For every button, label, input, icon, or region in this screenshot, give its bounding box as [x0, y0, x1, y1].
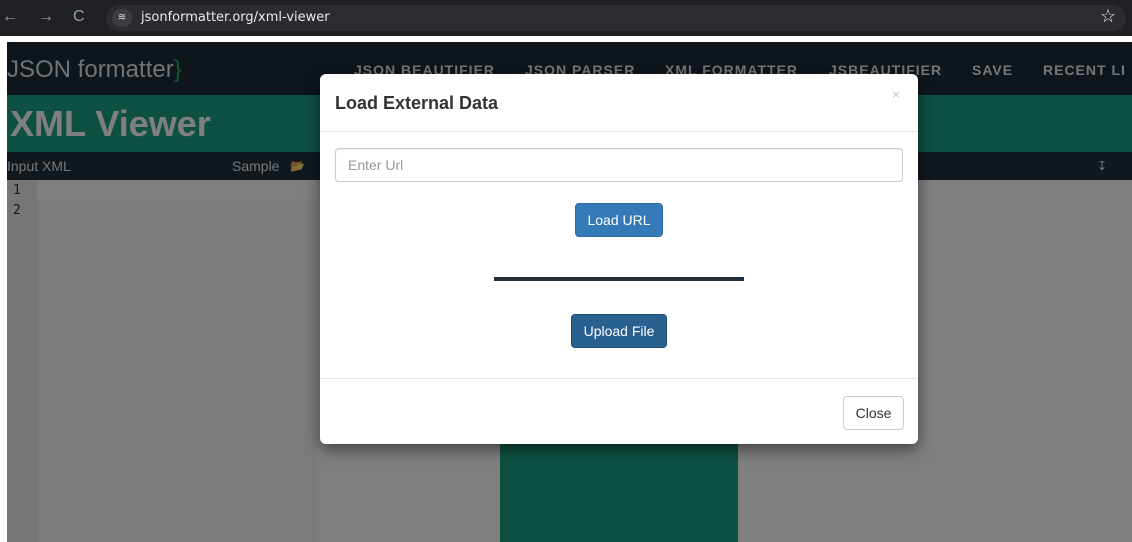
- back-icon[interactable]: ←: [2, 7, 18, 27]
- load-url-button[interactable]: Load URL: [575, 203, 663, 237]
- close-icon[interactable]: ×: [892, 86, 900, 102]
- bookmark-star-icon[interactable]: ☆: [1100, 6, 1116, 27]
- url-input[interactable]: [335, 148, 903, 182]
- close-button[interactable]: Close: [843, 396, 904, 430]
- load-external-data-modal: Load External Data × Load URL Upload Fil…: [320, 74, 918, 444]
- upload-file-button[interactable]: Upload File: [571, 314, 667, 348]
- browser-toolbar: ← → C ≋ jsonformatter.org/xml-viewer ☆: [0, 0, 1132, 36]
- url-text: jsonformatter.org/xml-viewer: [141, 10, 330, 25]
- forward-icon[interactable]: →: [38, 7, 54, 27]
- modal-title: Load External Data: [335, 93, 499, 113]
- reload-icon[interactable]: C: [73, 7, 85, 27]
- divider: [494, 277, 744, 281]
- screen: ← → C ≋ jsonformatter.org/xml-viewer ☆ J…: [0, 0, 1132, 542]
- site-settings-icon[interactable]: ≋: [112, 9, 132, 27]
- modal-header: Load External Data ×: [320, 74, 918, 132]
- modal-footer: Close: [320, 378, 918, 444]
